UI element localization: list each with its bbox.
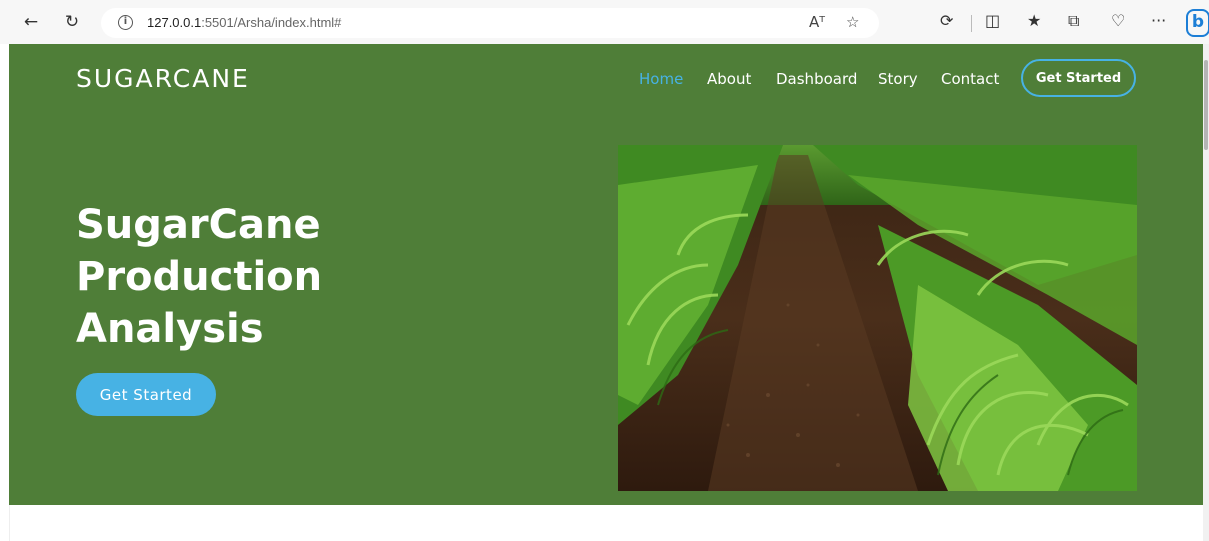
nav-link-home[interactable]: Home	[639, 70, 683, 88]
hero-title: SugarCane Production Analysis	[76, 199, 576, 355]
read-aloud-icon[interactable]: Aᵀ	[809, 13, 825, 31]
header-get-started-button[interactable]: Get Started	[1021, 59, 1136, 97]
url-host: 127.0.0.1	[147, 15, 202, 30]
nav-link-story[interactable]: Story	[878, 70, 918, 88]
bing-icon[interactable]: b	[1186, 9, 1209, 37]
favorite-star-icon[interactable]: ☆	[846, 13, 859, 31]
nav-link-dashboard[interactable]: Dashboard	[776, 70, 857, 88]
hero-title-line-1: SugarCane Production	[76, 202, 323, 300]
info-icon[interactable]: i	[118, 15, 133, 30]
browser-toolbar: ← ↻ i 127.0.0.1:5501/Arsha/index.html# A…	[0, 0, 1209, 44]
crop-field-image	[618, 145, 1137, 491]
more-icon[interactable]: ···	[1151, 11, 1166, 30]
back-arrow-icon[interactable]: ←	[18, 9, 44, 35]
reload-icon[interactable]: ↻	[59, 9, 85, 35]
site-logo[interactable]: SUGARCANE	[76, 64, 250, 93]
toolbar-divider	[971, 15, 972, 32]
hero-get-started-button[interactable]: Get Started	[76, 373, 216, 416]
nav-link-contact[interactable]: Contact	[941, 70, 999, 88]
scrollbar-thumb[interactable]	[1204, 60, 1208, 150]
nav-link-about[interactable]: About	[707, 70, 751, 88]
crop-field-illustration	[618, 145, 1137, 491]
url-path: :5501/Arsha/index.html#	[201, 15, 342, 30]
split-screen-icon[interactable]: ◫	[985, 11, 1000, 30]
address-bar[interactable]: i 127.0.0.1:5501/Arsha/index.html# Aᵀ ☆	[101, 8, 879, 38]
page-below-hero	[9, 505, 1203, 541]
favorites-icon[interactable]: ★	[1027, 11, 1041, 30]
hero-title-line-2: Analysis	[76, 306, 264, 352]
hero-section: SUGARCANE Home About Dashboard Story Con…	[9, 44, 1203, 505]
performance-icon[interactable]: ♡	[1111, 11, 1125, 30]
url-text[interactable]: 127.0.0.1:5501/Arsha/index.html#	[147, 15, 341, 30]
collections-icon[interactable]: ⧉	[1068, 11, 1079, 31]
extensions-icon[interactable]: ⟳	[940, 11, 953, 30]
